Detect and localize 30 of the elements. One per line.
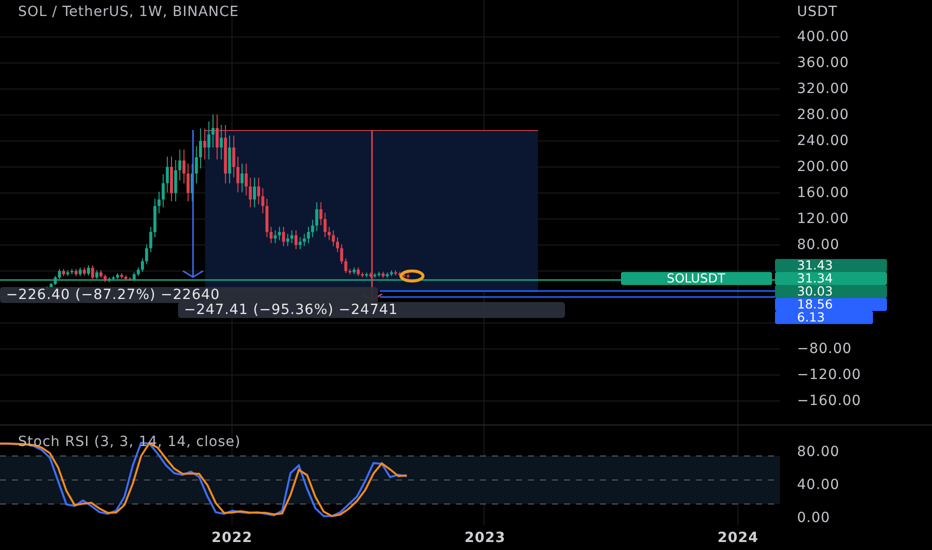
price-tag: 6.13 xyxy=(775,309,873,324)
axis-label: 80.00 xyxy=(797,236,840,253)
axis-label: 320.00 xyxy=(797,80,849,97)
time-axis-label: 2022 xyxy=(212,530,252,546)
axis-unit: USDT xyxy=(797,4,838,20)
axis-label: −80.00 xyxy=(797,340,852,357)
axis-label: 160.00 xyxy=(797,184,849,201)
time-axis-label: 2024 xyxy=(718,530,758,546)
measure-label: −226.40 (−87.27%) −22640 xyxy=(0,286,378,303)
measure-label: −247.41 (−95.36%) −24741 xyxy=(178,302,565,318)
down-arrow-icon xyxy=(182,130,204,278)
axis-label: 360.00 xyxy=(797,54,849,71)
axis-label: 0.00 xyxy=(797,510,830,526)
axis-label: 200.00 xyxy=(797,158,849,175)
axis-label: 240.00 xyxy=(797,132,849,149)
axis-label: 80.00 xyxy=(797,444,840,460)
price-tag: 31.43 xyxy=(775,257,887,272)
price-tag: 31.34 xyxy=(775,270,887,286)
axis-label: 40.00 xyxy=(797,476,840,493)
chart-title: SOL / TetherUS, 1W, BINANCE xyxy=(18,4,239,20)
axis-label: −160.00 xyxy=(797,392,862,409)
marker-icon xyxy=(400,270,424,282)
price-tag: 18.56 xyxy=(775,296,887,312)
price-tag: 30.03 xyxy=(775,283,887,298)
time-axis-label: 2023 xyxy=(464,530,506,546)
axis-label: 400.00 xyxy=(797,28,849,45)
symbol-tag: SOLUSDT xyxy=(621,270,772,286)
axis-label: −120.00 xyxy=(797,366,862,383)
axis-label: 280.00 xyxy=(797,106,849,123)
axis-label: 120.00 xyxy=(797,210,849,227)
